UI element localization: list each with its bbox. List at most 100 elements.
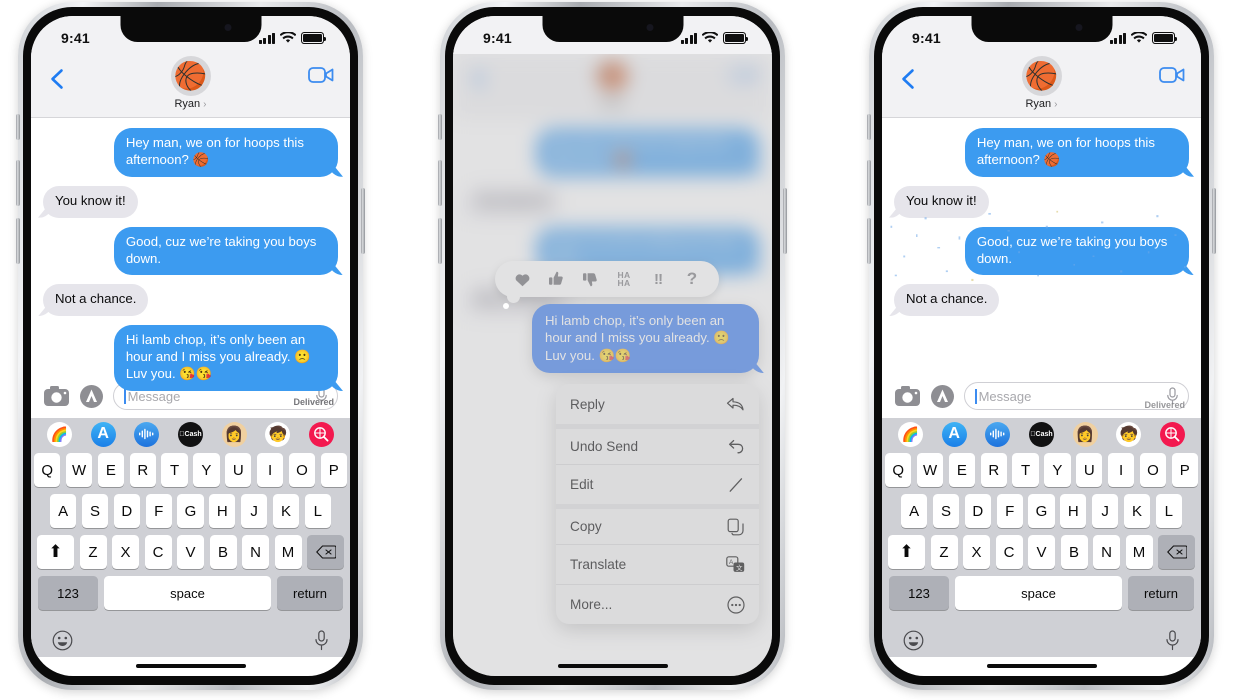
key-i[interactable]: I: [256, 453, 284, 487]
key-p[interactable]: P: [1171, 453, 1198, 487]
key-o[interactable]: O: [1139, 453, 1167, 487]
home-indicator[interactable]: [135, 663, 246, 668]
key-k[interactable]: K: [272, 494, 300, 528]
key-t[interactable]: T: [161, 453, 188, 487]
key-l[interactable]: L: [1155, 494, 1182, 528]
onscreen-keyboard-1[interactable]: Q W E R T Y U I O P A S D F G H J K L ⬆ …: [31, 450, 350, 657]
key-n[interactable]: N: [242, 535, 269, 569]
numbers-key[interactable]: 123: [38, 576, 98, 610]
message-bubble-outgoing[interactable]: Hey man, we on for hoops this afternoon?…: [113, 128, 338, 177]
numbers-key[interactable]: 123: [889, 576, 949, 610]
message-bubble-incoming[interactable]: You know it!: [43, 185, 138, 218]
key-x[interactable]: X: [112, 535, 139, 569]
chevron-left-icon[interactable]: [896, 66, 922, 92]
message-list-3[interactable]: Hey man, we on for hoops this afternoon?…: [882, 118, 1201, 410]
message-row[interactable]: Hey man, we on for hoops this afternoon?…: [43, 128, 338, 177]
key-b[interactable]: B: [209, 535, 237, 569]
key-e[interactable]: E: [948, 453, 976, 487]
message-row[interactable]: Hey man, we on for hoops this afternoon?…: [894, 128, 1189, 177]
key-j[interactable]: J: [240, 494, 268, 528]
silent-switch[interactable]: [438, 114, 442, 140]
backspace-icon[interactable]: [307, 535, 344, 569]
key-y[interactable]: Y: [193, 453, 220, 487]
message-row[interactable]: Not a chance.: [43, 284, 338, 317]
imessage-apps-drawer[interactable]: 🌈 A Cash 👩 🧒: [882, 418, 1201, 450]
message-bubble-incoming[interactable]: You know it!: [894, 185, 989, 218]
emoji-smiley-icon[interactable]: [52, 630, 73, 651]
key-v[interactable]: V: [177, 535, 204, 569]
shift-up-icon[interactable]: ⬆: [37, 535, 74, 569]
volume-up-button[interactable]: [16, 160, 20, 206]
avatar[interactable]: 🏀: [170, 56, 211, 96]
volume-down-button[interactable]: [867, 218, 871, 264]
apple-cash-icon[interactable]: Cash: [1028, 421, 1054, 447]
key-u[interactable]: U: [225, 453, 252, 487]
contact-header[interactable]: 🏀 Ryan ›: [170, 56, 211, 110]
key-y[interactable]: Y: [1044, 453, 1071, 487]
key-m[interactable]: M: [1125, 535, 1153, 569]
key-s[interactable]: S: [932, 494, 960, 528]
key-i[interactable]: I: [1107, 453, 1135, 487]
volume-up-button[interactable]: [867, 160, 871, 206]
shift-up-icon[interactable]: ⬆: [888, 535, 925, 569]
key-j[interactable]: J: [1091, 494, 1119, 528]
key-b[interactable]: B: [1060, 535, 1088, 569]
home-indicator[interactable]: [986, 663, 1097, 668]
key-m[interactable]: M: [274, 535, 302, 569]
key-v[interactable]: V: [1028, 535, 1055, 569]
message-row[interactable]: You know it!: [894, 185, 1189, 218]
memoji-boy-icon[interactable]: 🧒: [1116, 421, 1142, 447]
video-camera-icon[interactable]: [1159, 66, 1185, 84]
audio-message-icon[interactable]: [134, 421, 160, 447]
key-h[interactable]: H: [1060, 494, 1087, 528]
emoji-smiley-icon[interactable]: [903, 630, 924, 651]
space-key[interactable]: space: [955, 576, 1122, 610]
chevron-left-icon[interactable]: [45, 66, 71, 92]
key-s[interactable]: S: [81, 494, 109, 528]
key-d[interactable]: D: [113, 494, 140, 528]
power-button[interactable]: [783, 188, 787, 254]
dictation-microphone-icon[interactable]: [1165, 630, 1180, 651]
photos-app-icon[interactable]: 🌈: [898, 421, 923, 447]
key-c[interactable]: C: [995, 535, 1023, 569]
backspace-icon[interactable]: [1158, 535, 1195, 569]
key-r[interactable]: R: [980, 453, 1007, 487]
key-z[interactable]: Z: [930, 535, 958, 569]
key-o[interactable]: O: [288, 453, 316, 487]
key-d[interactable]: D: [964, 494, 991, 528]
message-row[interactable]: Good, cuz we’re taking you boys down.: [894, 226, 1189, 276]
imessage-apps-drawer[interactable]: 🌈 A Cash 👩 🧒: [31, 418, 350, 450]
video-camera-icon[interactable]: [308, 66, 334, 84]
volume-down-button[interactable]: [438, 218, 442, 264]
message-bubble-outgoing[interactable]: Hey man, we on for hoops this afternoon?…: [964, 128, 1189, 177]
key-z[interactable]: Z: [79, 535, 107, 569]
app-store-app-icon[interactable]: A: [941, 421, 967, 447]
key-r[interactable]: R: [129, 453, 156, 487]
message-row[interactable]: Hi lamb chop, it’s only been an hour and…: [43, 325, 338, 392]
memoji-boy-icon[interactable]: 🧒: [265, 421, 291, 447]
key-f[interactable]: F: [996, 494, 1023, 528]
key-h[interactable]: H: [209, 494, 236, 528]
app-store-app-icon[interactable]: A: [90, 421, 116, 447]
home-indicator[interactable]: [557, 663, 668, 668]
key-g[interactable]: G: [1028, 494, 1055, 528]
key-x[interactable]: X: [963, 535, 990, 569]
key-e[interactable]: E: [97, 453, 125, 487]
volume-up-button[interactable]: [438, 160, 442, 206]
key-f[interactable]: F: [145, 494, 172, 528]
key-u[interactable]: U: [1076, 453, 1103, 487]
key-w[interactable]: W: [916, 453, 944, 487]
apple-cash-icon[interactable]: Cash: [177, 421, 203, 447]
key-c[interactable]: C: [144, 535, 172, 569]
key-p[interactable]: P: [320, 453, 347, 487]
avatar[interactable]: 🏀: [1021, 56, 1062, 96]
power-button[interactable]: [1212, 188, 1216, 254]
message-bubble-incoming[interactable]: Not a chance.: [43, 284, 149, 317]
memoji-girl-icon[interactable]: 👩: [221, 421, 247, 447]
key-t[interactable]: T: [1012, 453, 1039, 487]
key-w[interactable]: W: [65, 453, 93, 487]
message-list-1[interactable]: Hey man, we on for hoops this afternoon?…: [31, 118, 350, 407]
power-button[interactable]: [361, 188, 365, 254]
key-n[interactable]: N: [1093, 535, 1120, 569]
key-l[interactable]: L: [304, 494, 331, 528]
